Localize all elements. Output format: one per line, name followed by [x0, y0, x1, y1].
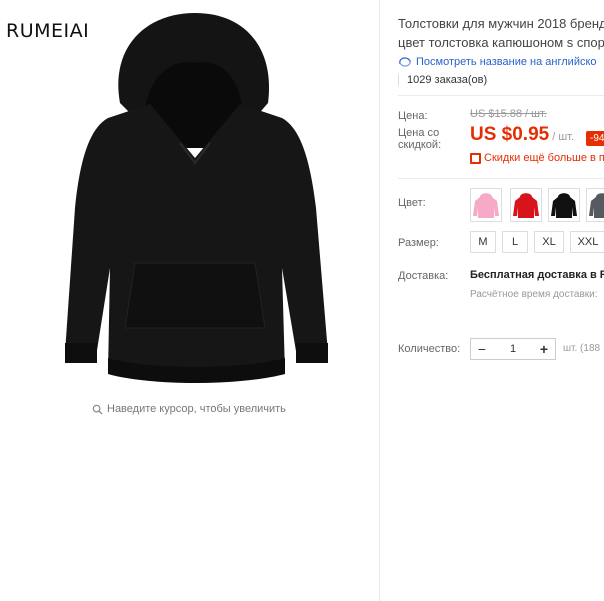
delivery-estimate: Расчётное время доставки:	[470, 289, 598, 300]
quantity-input[interactable]: 1	[493, 343, 533, 355]
price-label: Цена:	[398, 110, 428, 122]
hoodie-thumb-pink	[473, 193, 499, 218]
zoom-hint: Наведите курсор, чтобы увеличить	[92, 403, 286, 415]
hoodie-thumb-black	[551, 193, 577, 218]
translate-icon	[399, 57, 411, 67]
quantity-increase-button[interactable]: +	[533, 339, 555, 359]
size-option-l[interactable]: L	[502, 231, 528, 253]
quantity-label: Количество:	[398, 343, 461, 355]
color-label: Цвет:	[398, 197, 426, 209]
zoom-hint-text: Наведите курсор, чтобы увеличить	[107, 403, 286, 415]
stock-available: шт. (188	[563, 343, 601, 354]
product-info-panel: Толстовки для мужчин 2018 бренд цвет тол…	[398, 0, 604, 601]
product-title-line-1: Толстовки для мужчин 2018 бренд	[398, 16, 604, 31]
discount-price-label: Цена со скидкой:	[398, 127, 442, 151]
size-option-xl[interactable]: XL	[534, 231, 564, 253]
size-option-m[interactable]: M	[470, 231, 496, 253]
original-price: US $15.88 / шт.	[470, 108, 547, 120]
divider	[398, 178, 604, 179]
translate-link-text[interactable]: Посмотреть название на английско	[416, 56, 597, 68]
product-gallery: RUMEIAI Наведите курсор, чтобы увеличить	[0, 0, 380, 601]
product-title: Толстовки для мужчин 2018 бренд цвет тол…	[398, 14, 604, 52]
divider	[398, 95, 604, 96]
magnifier-icon	[92, 404, 103, 415]
color-swatch-black[interactable]	[548, 188, 580, 222]
shipping-method[interactable]: Бесплатная доставка в Ru	[470, 269, 604, 281]
color-swatch-red[interactable]	[510, 188, 542, 222]
size-option-xxl[interactable]: XXL	[570, 231, 604, 253]
color-swatch-pink[interactable]	[470, 188, 502, 222]
product-title-line-2: цвет толстовка капюшоном s спор	[398, 35, 604, 50]
discount-price-value: US $0.95	[470, 124, 550, 145]
hoodie-thumb-gray	[589, 193, 604, 218]
translate-title-link[interactable]: Посмотреть название на английско	[398, 56, 597, 68]
quantity-stepper: − 1 +	[470, 338, 556, 360]
discount-badge: -94	[586, 131, 604, 146]
hoodie-thumb-red	[513, 193, 539, 218]
qr-code-icon	[470, 152, 481, 164]
shipping-label: Доставка:	[398, 270, 449, 282]
promo-link-text[interactable]: Скидки ещё больше в п	[484, 152, 604, 164]
discount-price: US $0.95 / шт.	[470, 124, 574, 146]
orders-count: 1029 заказа(ов)	[398, 74, 487, 86]
size-label: Размер:	[398, 237, 439, 249]
price-unit: / шт.	[552, 131, 575, 143]
quantity-decrease-button[interactable]: −	[471, 339, 493, 359]
color-swatch-gray[interactable]	[586, 188, 604, 222]
product-image-hoodie[interactable]	[50, 8, 340, 398]
promo-link[interactable]: Скидки ещё больше в п	[470, 152, 604, 164]
